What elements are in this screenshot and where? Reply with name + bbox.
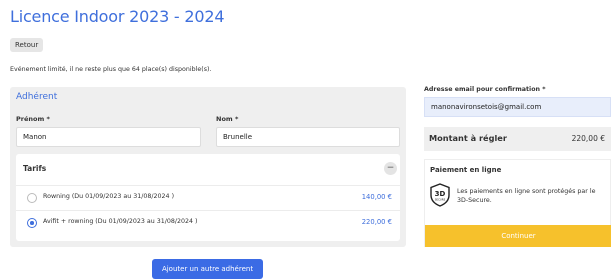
add-member-button[interactable]: Ajouter un autre adhérent	[152, 259, 263, 279]
email-input[interactable]: manonavironsetois@gmail.com	[424, 97, 611, 117]
total-label: Montant à régler	[429, 133, 507, 143]
tarif-option-price: 140,00 €	[361, 193, 392, 201]
payment-box: Paiement en ligne 3D SECURE Les paiement…	[424, 159, 611, 247]
page-title: Licence Indoor 2023 - 2024	[10, 7, 225, 26]
total-box: Montant à régler 220,00 €	[424, 127, 611, 151]
radio-avifit-rowning[interactable]	[27, 218, 37, 228]
radio-rowning[interactable]	[27, 193, 37, 203]
back-button[interactable]: Retour	[10, 38, 44, 52]
secure-payment-text: Les paiements en ligne sont protégés par…	[457, 188, 596, 204]
last-name-input[interactable]: Brunelle	[216, 127, 400, 147]
first-name-label: Prénom *	[16, 115, 50, 123]
availability-notice: Evénement limité, il ne reste plus que 6…	[10, 66, 212, 73]
tarif-option-rowning[interactable]: Rowning (Du 01/09/2023 au 31/08/2024 ) 1…	[16, 185, 400, 209]
collapse-tarifs-button[interactable]: −	[384, 162, 397, 175]
email-label: Adresse email pour confirmation *	[424, 86, 546, 93]
payment-title: Paiement en ligne	[430, 166, 502, 174]
member-section-title: Adhérent	[16, 92, 58, 102]
member-panel: Adhérent Prénom * Manon Nom * Brunelle T…	[10, 87, 406, 247]
tarif-option-avifit-rowning[interactable]: Avifit + rowning (Du 01/09/2023 au 31/08…	[16, 210, 400, 234]
last-name-label: Nom *	[216, 115, 239, 123]
tarifs-title: Tarifs	[23, 164, 47, 173]
secure-icon-text: SECURE	[435, 198, 446, 202]
tarif-option-price: 220,00 €	[361, 218, 392, 226]
tarif-option-label: Rowning (Du 01/09/2023 au 31/08/2024 )	[43, 193, 175, 200]
tarif-option-label: Avifit + rowning (Du 01/09/2023 au 31/08…	[43, 218, 198, 225]
3d-secure-shield-icon: 3D SECURE	[430, 183, 450, 207]
3d-icon-text: 3D	[435, 190, 446, 198]
tarifs-panel: Tarifs − Rowning (Du 01/09/2023 au 31/08…	[16, 154, 400, 241]
continue-button[interactable]: Continuer	[425, 225, 611, 247]
first-name-input[interactable]: Manon	[16, 127, 201, 147]
total-value: 220,00 €	[571, 134, 605, 143]
